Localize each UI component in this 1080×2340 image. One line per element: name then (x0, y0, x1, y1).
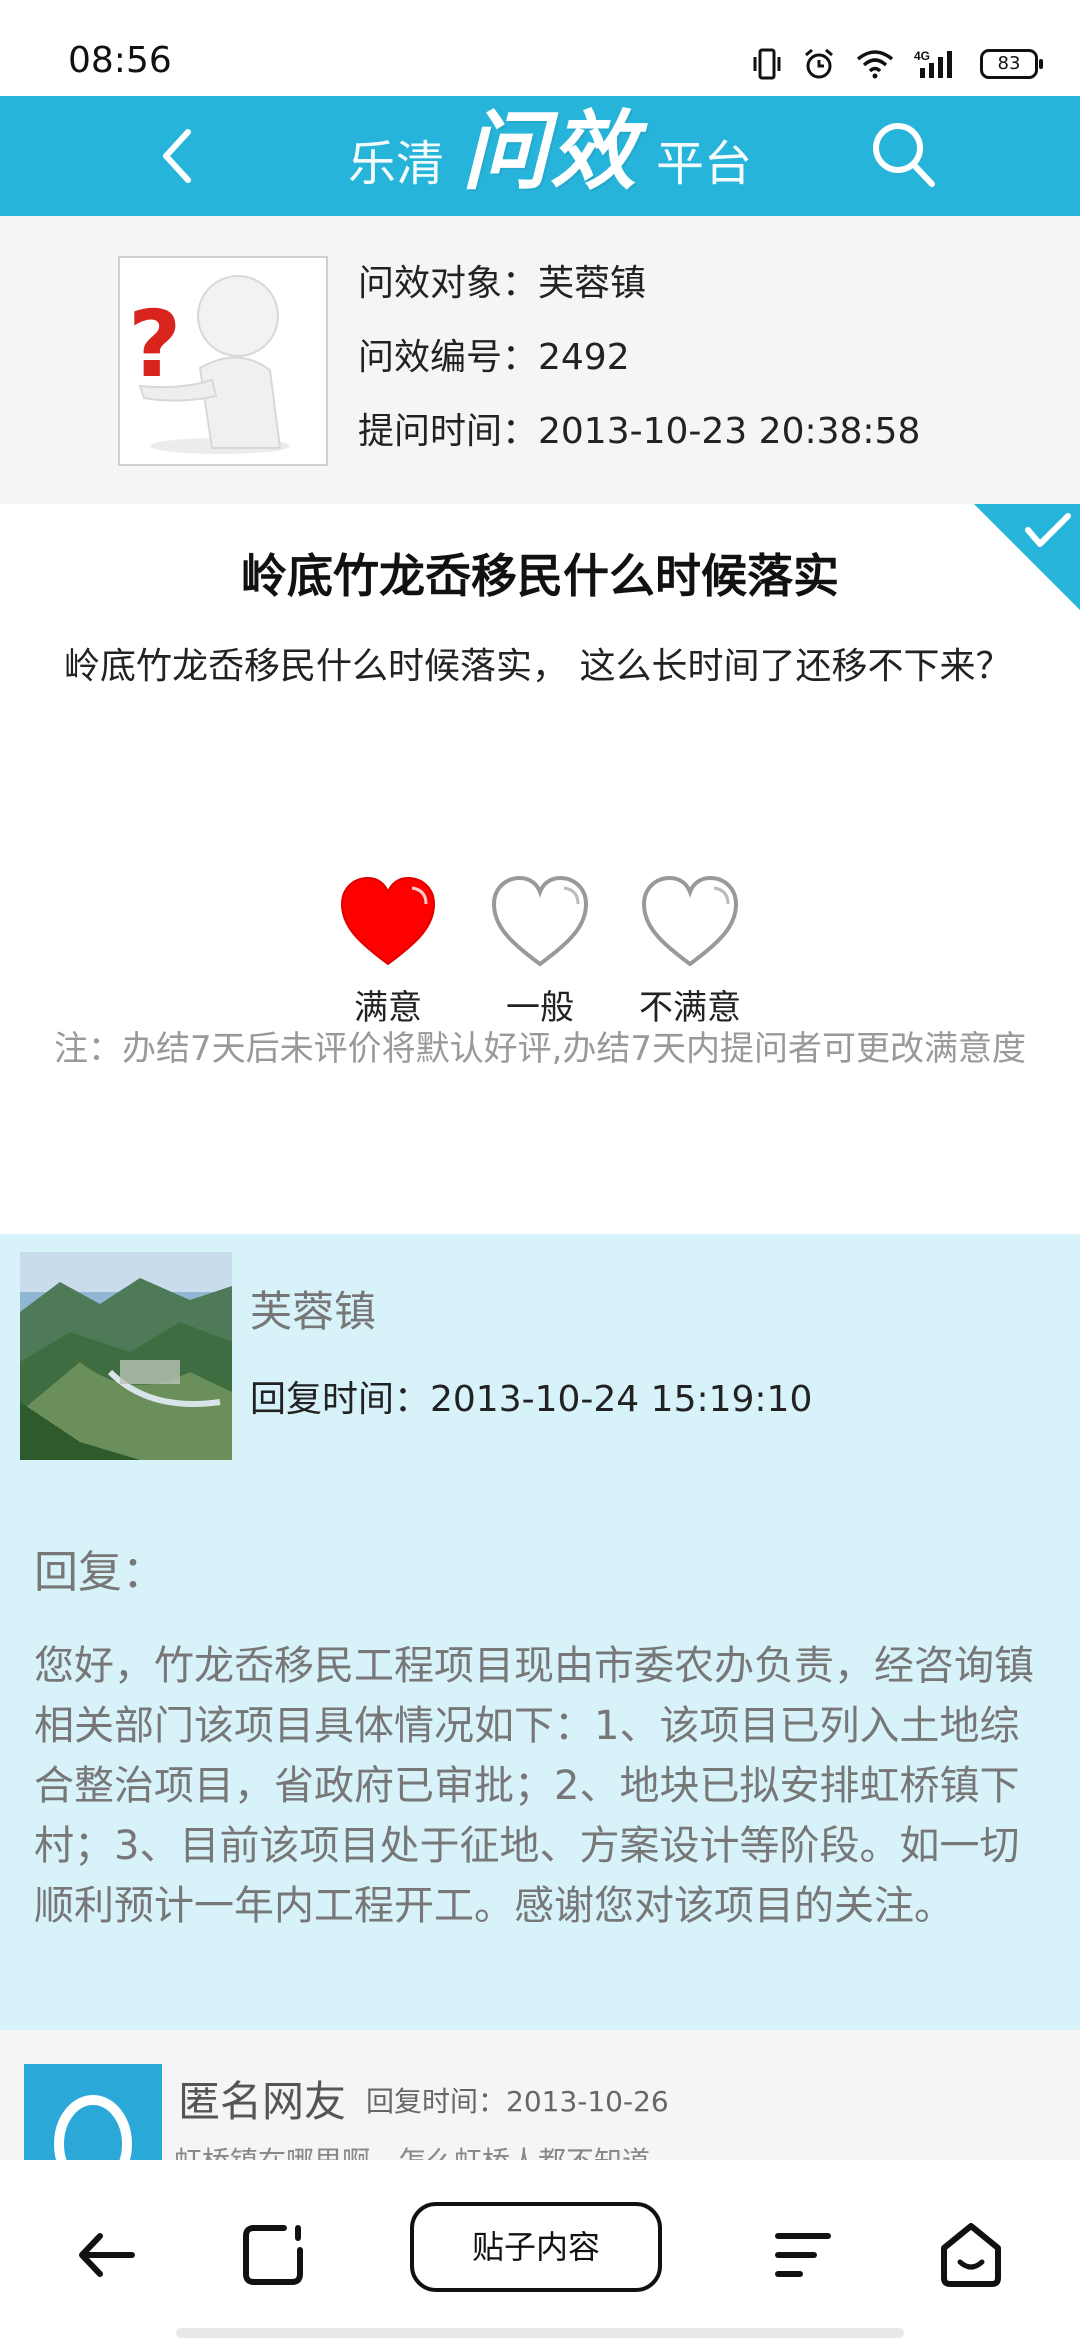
alarm-icon (805, 48, 833, 79)
rating-label: 不满意 (639, 988, 741, 1028)
rating-note: 注：办结7天后未评价将默认好评,办结7天内提问者可更改满意度 (53, 1029, 1027, 1069)
heart-filled-icon (340, 876, 436, 966)
reply-heading: 回复： (34, 1547, 166, 1598)
back-arrow-icon[interactable] (148, 120, 208, 192)
logo-suffix: 平台 (656, 136, 753, 192)
battery-icon: 83 (980, 49, 1043, 79)
rating-label: 一般 (506, 988, 574, 1028)
question-time: 提问时间：2013-10-23 20:38:58 (358, 411, 921, 452)
comment-time: 回复时间：2013-10-26 (366, 2085, 669, 2118)
nav-menu-icon[interactable] (768, 2220, 838, 2290)
comment-text: 虹桥镇在哪里啊，怎么虹桥人都不知道 (174, 2140, 650, 2160)
status-icons: 4G 83 (752, 44, 1043, 84)
rating-average[interactable]: 一般 (480, 876, 600, 1029)
status-time: 08:56 (68, 40, 172, 81)
bottom-navigation: 贴子内容 (0, 2160, 1080, 2340)
rating-satisfied[interactable]: 满意 (328, 876, 448, 1029)
question-avatar: ? (118, 256, 328, 466)
heart-outline-icon (641, 876, 739, 967)
official-reply: 芙蓉镇 回复时间：2013-10-24 15:19:10 回复： 您好，竹龙岙移… (0, 1234, 1080, 2030)
question-body: 岭底竹龙岙移民什么时候落实， 这么长时间了还移不下来？ (64, 646, 1012, 687)
svg-text:?: ? (128, 291, 181, 398)
comment-avatar (24, 2064, 162, 2160)
question-title: 岭底竹龙岙移民什么时候落实 (241, 549, 839, 603)
post-content-button[interactable]: 贴子内容 (410, 2202, 662, 2292)
signal-4g-icon: 4G (914, 49, 952, 78)
rating-unsatisfied[interactable]: 不满意 (630, 876, 750, 1029)
logo-main: 问效 (462, 102, 639, 202)
gesture-bar[interactable] (176, 2328, 904, 2338)
question-info: ? 问效对象：芙蓉镇 问效编号：2492 提问时间：2013-10-23 20:… (0, 216, 1080, 504)
reply-time: 回复时间：2013-10-24 15:19:10 (250, 1379, 813, 1420)
comment-item[interactable]: 匿名网友 回复时间：2013-10-26 虹桥镇在哪里啊，怎么虹桥人都不知道 (0, 2030, 1080, 2160)
app-header: 乐清 问效 平台 (0, 96, 1080, 216)
question-person-icon: ? (128, 275, 290, 454)
app-logo: 乐清 问效 平台 (348, 102, 753, 206)
logo-prefix: 乐清 (348, 136, 445, 192)
comment-author: 匿名网友 (178, 2077, 347, 2126)
nav-tabs-icon[interactable] (238, 2220, 308, 2290)
nav-back-icon[interactable] (72, 2220, 142, 2290)
reply-avatar-landscape (20, 1252, 232, 1460)
heart-outline-icon (491, 876, 589, 967)
svg-text:4G: 4G (914, 49, 930, 63)
vibrate-icon (753, 48, 781, 80)
search-icon[interactable] (866, 116, 942, 196)
nav-home-icon[interactable] (936, 2220, 1006, 2290)
question-target: 问效对象：芙蓉镇 (358, 263, 647, 304)
reply-text: 您好，竹龙岙移民工程项目现由市委农办负责，经咨询镇相关部门该项目具体情况如下：1… (34, 1643, 1034, 1929)
reply-author: 芙蓉镇 (250, 1287, 377, 1336)
wifi-icon (856, 50, 894, 79)
question-number: 问效编号：2492 (358, 337, 630, 378)
rating-label: 满意 (354, 988, 422, 1028)
